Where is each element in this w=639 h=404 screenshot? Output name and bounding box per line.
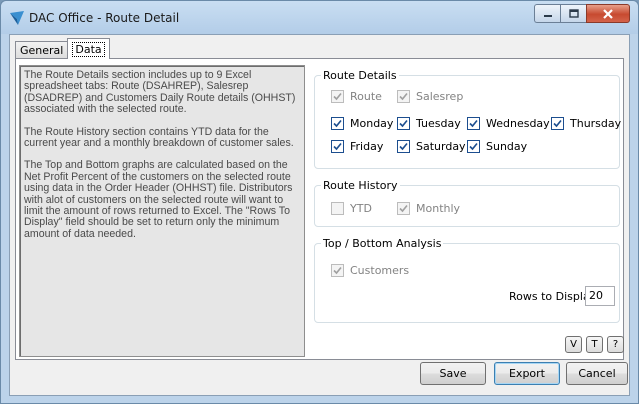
checkmark-icon [399,119,408,128]
checkbox-box [331,90,344,103]
checkmark-icon [399,204,408,213]
monthly-checkbox[interactable]: Monthly [397,202,460,215]
saturday-checkbox-label: Saturday [416,140,466,153]
rows-to-display-label: Rows to Display [509,290,597,303]
checkmark-icon [333,142,342,151]
route-details-group: Route Details Route Salesrep Monday Tues… [314,69,621,169]
friday-checkbox[interactable]: Friday [331,140,383,153]
data-tab-panel: The Route Details section includes up to… [15,58,624,360]
salesrep-checkbox-label: Salesrep [416,90,464,103]
checkmark-icon [399,142,408,151]
checkbox-box [331,202,344,215]
window-controls [534,4,630,24]
checkmark-icon [469,142,478,151]
tab-strip: General Data [15,38,110,59]
window-title: DAC Office - Route Detail [29,11,180,25]
rows-to-display-input[interactable]: 20 [585,286,615,306]
checkmark-icon [333,92,342,101]
checkbox-box [467,117,480,130]
cancel-button[interactable]: Cancel [566,362,628,385]
minimize-icon [543,14,552,17]
thursday-checkbox[interactable]: Thursday [551,117,621,130]
checkbox-box [397,117,410,130]
help-button[interactable]: ? [607,336,624,353]
monday-checkbox-label: Monday [350,117,394,130]
monthly-checkbox-label: Monthly [416,202,461,215]
tab-general[interactable]: General [15,41,69,59]
v-button[interactable]: V [565,336,582,353]
wednesday-checkbox[interactable]: Wednesday [467,117,550,130]
sunday-checkbox[interactable]: Sunday [467,140,527,153]
checkbox-box [397,90,410,103]
checkbox-box [331,264,344,277]
t-button[interactable]: T [586,336,603,353]
route-history-group: Route History YTD Monthly [314,179,620,227]
checkbox-box [397,202,410,215]
dac-logo-icon [10,11,24,25]
route-checkbox[interactable]: Route [331,90,382,103]
checkbox-box [397,140,410,153]
dialog-client-area: General Data The Route Details section i… [9,34,630,396]
thursday-checkbox-label: Thursday [570,117,622,130]
tuesday-checkbox[interactable]: Tuesday [397,117,461,130]
checkmark-icon [553,119,562,128]
tab-general-label: General [20,44,64,57]
checkmark-icon [399,92,408,101]
top-bottom-analysis-label: Top / Bottom Analysis [321,237,444,250]
title-bar[interactable]: DAC Office - Route Detail [1,1,638,34]
friday-checkbox-label: Friday [350,140,384,153]
ytd-checkbox[interactable]: YTD [331,202,372,215]
wednesday-checkbox-label: Wednesday [486,117,550,130]
sunday-checkbox-label: Sunday [486,140,528,153]
ytd-checkbox-label: YTD [350,202,372,215]
checkbox-box [467,140,480,153]
checkmark-icon [333,266,342,275]
tuesday-checkbox-label: Tuesday [416,117,461,130]
salesrep-checkbox[interactable]: Salesrep [397,90,463,103]
tab-data[interactable]: Data [67,38,110,59]
checkbox-box [551,117,564,130]
route-history-label: Route History [321,179,400,192]
minimize-button[interactable] [534,4,560,23]
top-bottom-analysis-group: Top / Bottom Analysis Customers Rows to … [314,237,620,323]
maximize-button[interactable] [560,4,586,23]
description-textbox[interactable]: The Route Details section includes up to… [19,65,305,357]
route-checkbox-label: Route [350,90,382,103]
customers-checkbox-label: Customers [350,264,410,277]
export-button[interactable]: Export [494,362,560,385]
tab-data-label: Data [72,41,105,57]
description-paragraph: The Route Details section includes up to… [24,69,296,116]
monday-checkbox[interactable]: Monday [331,117,393,130]
checkbox-box [331,140,344,153]
close-window-button[interactable] [586,4,630,23]
checkmark-icon [469,119,478,128]
description-paragraph: The Route History section contains YTD d… [24,125,294,150]
close-icon [603,8,613,19]
checkbox-box [331,117,344,130]
checkmark-icon [333,119,342,128]
app-window: DAC Office - Route Detail General Data T… [0,0,639,404]
route-details-label: Route Details [321,69,399,82]
maximize-icon [568,8,579,18]
customers-checkbox[interactable]: Customers [331,264,409,277]
save-button[interactable]: Save [420,362,486,385]
description-paragraph: The Top and Bottom graphs are calculated… [24,159,293,240]
saturday-checkbox[interactable]: Saturday [397,140,466,153]
